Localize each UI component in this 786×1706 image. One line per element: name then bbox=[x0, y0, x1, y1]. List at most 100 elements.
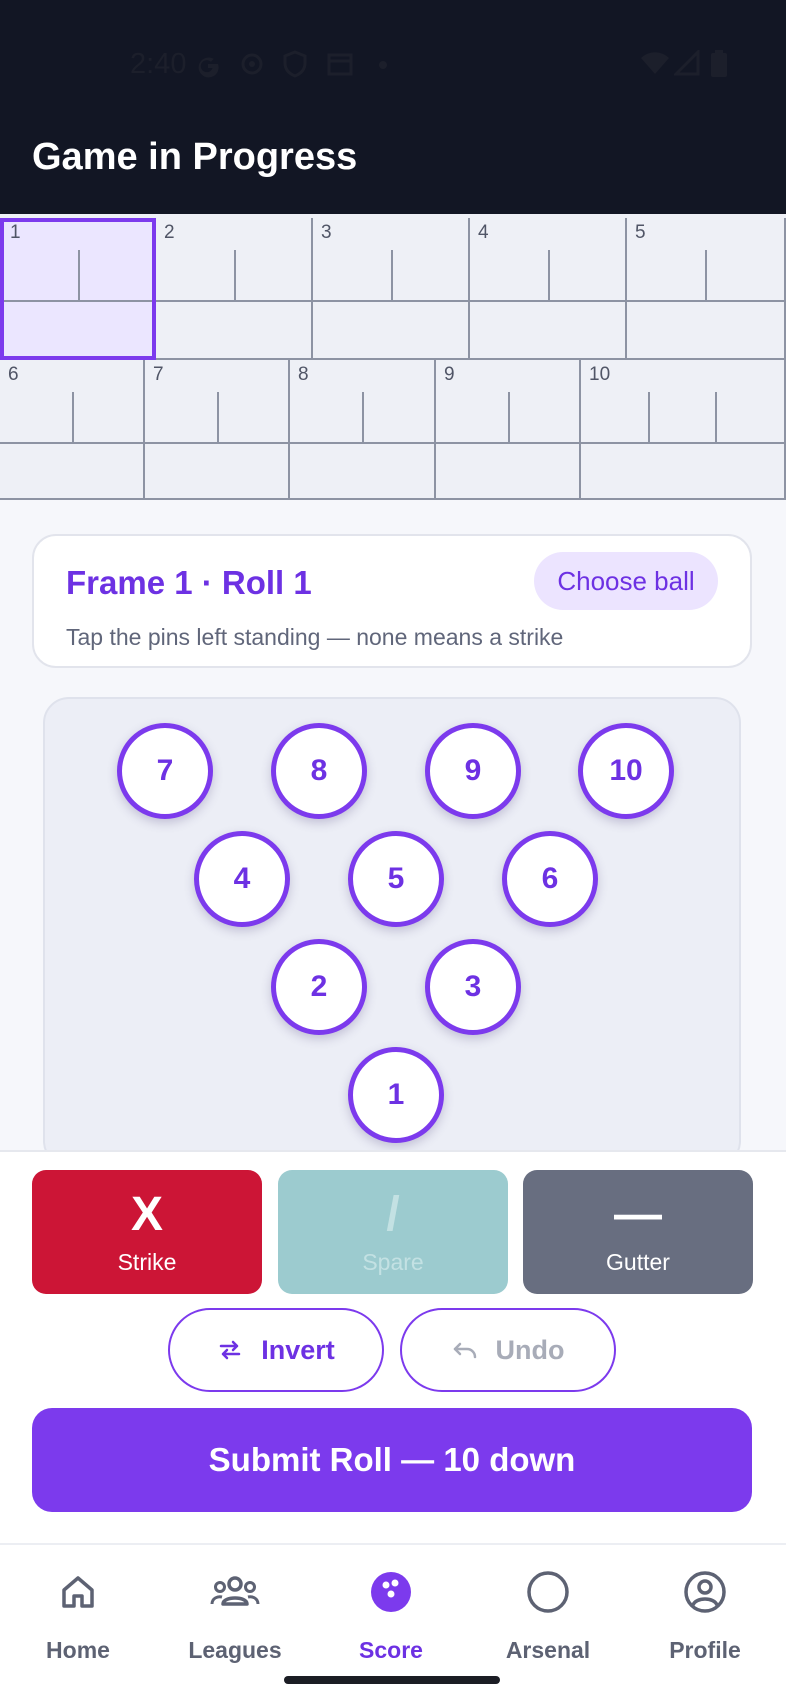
roll-divider bbox=[217, 392, 219, 442]
undo-label: Undo bbox=[495, 1334, 565, 1365]
pin-4[interactable]: 4 bbox=[194, 831, 290, 927]
frame-divider bbox=[581, 442, 784, 444]
nav-item-leagues[interactable]: Leagues bbox=[160, 1567, 310, 1664]
nav-label: Leagues bbox=[188, 1637, 282, 1663]
gutter-symbol: — bbox=[614, 1187, 662, 1241]
wifi-icon bbox=[641, 52, 669, 74]
frame-divider bbox=[290, 442, 434, 444]
roll-hint: Tap the pins left standing — none means … bbox=[66, 624, 564, 650]
frame-2[interactable]: 2 bbox=[156, 218, 313, 360]
pin-2[interactable]: 2 bbox=[271, 939, 367, 1035]
roll-card: Frame 1 · Roll 1 Choose ball Tap the pin… bbox=[32, 534, 752, 668]
frame-number: 4 bbox=[478, 222, 489, 243]
frame-7[interactable]: 7 bbox=[145, 360, 290, 500]
frame-number: 3 bbox=[321, 222, 332, 243]
nav-label: Arsenal bbox=[505, 1637, 591, 1663]
frame-number: 5 bbox=[635, 222, 646, 243]
roll-divider bbox=[705, 250, 707, 300]
pin-9[interactable]: 9 bbox=[425, 723, 521, 819]
app-bar: 2:40 Game in Progress bbox=[0, 0, 786, 214]
frame-9[interactable]: 9 bbox=[436, 360, 581, 500]
calendar-icon bbox=[327, 53, 353, 76]
ring-icon bbox=[527, 1571, 569, 1613]
pin-1[interactable]: 1 bbox=[348, 1047, 444, 1143]
home-icon bbox=[62, 1576, 94, 1608]
nav-item-profile[interactable]: Profile bbox=[630, 1567, 780, 1664]
frame-number: 9 bbox=[444, 364, 455, 385]
pin-6[interactable]: 6 bbox=[502, 831, 598, 927]
nav-item-arsenal[interactable]: Arsenal bbox=[473, 1567, 623, 1664]
frame-divider bbox=[436, 442, 579, 444]
frame-divider bbox=[313, 300, 468, 302]
profile-icon bbox=[684, 1571, 726, 1613]
roll-title: Frame 1 · Roll 1 bbox=[66, 564, 312, 601]
spare-button[interactable]: / Spare bbox=[278, 1170, 508, 1294]
pin-3[interactable]: 3 bbox=[425, 939, 521, 1035]
choose-ball-button[interactable]: Choose ball bbox=[534, 552, 718, 610]
nav-label: Score bbox=[359, 1637, 423, 1663]
undo-button[interactable]: Undo bbox=[400, 1308, 616, 1392]
frame-number: 8 bbox=[298, 364, 309, 385]
google-icon bbox=[198, 57, 219, 78]
gutter-button[interactable]: — Gutter bbox=[523, 1170, 753, 1294]
pin-deck: 7 8 9 10 4 5 6 2 3 1 bbox=[43, 697, 741, 1167]
roll-divider bbox=[234, 250, 236, 300]
status-time: 2:40 bbox=[130, 48, 187, 80]
frame-1[interactable]: 1 bbox=[0, 218, 156, 360]
strike-symbol: X bbox=[130, 1187, 163, 1241]
bowling-ball-icon bbox=[371, 1572, 411, 1612]
scoreboard: 1 2 3 4 5 6 7 8 9 10 bbox=[0, 214, 786, 500]
roll-divider bbox=[391, 250, 393, 300]
dot-icon bbox=[379, 61, 387, 69]
gutter-label: Gutter bbox=[606, 1248, 670, 1275]
frame-divider bbox=[470, 300, 625, 302]
gesture-bar[interactable] bbox=[284, 1676, 500, 1684]
invert-button[interactable]: Invert bbox=[168, 1308, 384, 1392]
frame-8[interactable]: 8 bbox=[290, 360, 436, 500]
frame-number: 10 bbox=[589, 364, 611, 385]
frame-4[interactable]: 4 bbox=[470, 218, 627, 360]
roll-divider bbox=[648, 392, 650, 442]
frame-divider bbox=[156, 300, 311, 302]
roll-divider bbox=[78, 250, 80, 300]
strike-button[interactable]: X Strike bbox=[32, 1170, 262, 1294]
frame-divider bbox=[0, 442, 143, 444]
page-title: Game in Progress bbox=[32, 136, 358, 178]
spare-symbol: / bbox=[386, 1187, 400, 1241]
strike-label: Strike bbox=[117, 1248, 177, 1275]
frame-3[interactable]: 3 bbox=[313, 218, 470, 360]
undo-icon bbox=[453, 1342, 476, 1359]
frame-5[interactable]: 5 bbox=[627, 218, 786, 360]
frame-number: 2 bbox=[164, 222, 175, 243]
roll-divider bbox=[362, 392, 364, 442]
pin-10[interactable]: 10 bbox=[578, 723, 674, 819]
swap-icon bbox=[219, 1340, 241, 1360]
frame-number: 7 bbox=[153, 364, 164, 385]
spare-label: Spare bbox=[362, 1248, 424, 1275]
frame-number: 6 bbox=[8, 364, 19, 385]
roll-divider bbox=[508, 392, 510, 442]
frame-divider bbox=[4, 300, 152, 302]
group-icon bbox=[210, 1576, 260, 1606]
nav-label: Profile bbox=[669, 1637, 741, 1663]
bottom-nav: Home Leagues Score Arsenal Profile bbox=[0, 1543, 786, 1706]
frame-10[interactable]: 10 bbox=[581, 360, 786, 500]
nav-item-home[interactable]: Home bbox=[3, 1567, 153, 1664]
nav-label: Home bbox=[46, 1637, 110, 1663]
invert-label: Invert bbox=[261, 1334, 335, 1365]
main-content: Frame 1 · Roll 1 Choose ball Tap the pin… bbox=[0, 500, 786, 1167]
nav-item-score[interactable]: Score bbox=[316, 1567, 466, 1664]
settings-icon bbox=[241, 53, 263, 75]
pin-7[interactable]: 7 bbox=[117, 723, 213, 819]
submit-roll-button[interactable]: Submit Roll — 10 down bbox=[32, 1408, 752, 1512]
roll-divider bbox=[548, 250, 550, 300]
roll-divider bbox=[715, 392, 717, 442]
pin-8[interactable]: 8 bbox=[271, 723, 367, 819]
frame-6[interactable]: 6 bbox=[0, 360, 145, 500]
status-bar: 2:40 bbox=[0, 40, 786, 90]
pin-5[interactable]: 5 bbox=[348, 831, 444, 927]
frame-divider bbox=[145, 442, 288, 444]
signal-icon bbox=[674, 50, 700, 76]
frame-number: 1 bbox=[10, 222, 21, 243]
frame-divider bbox=[627, 300, 784, 302]
